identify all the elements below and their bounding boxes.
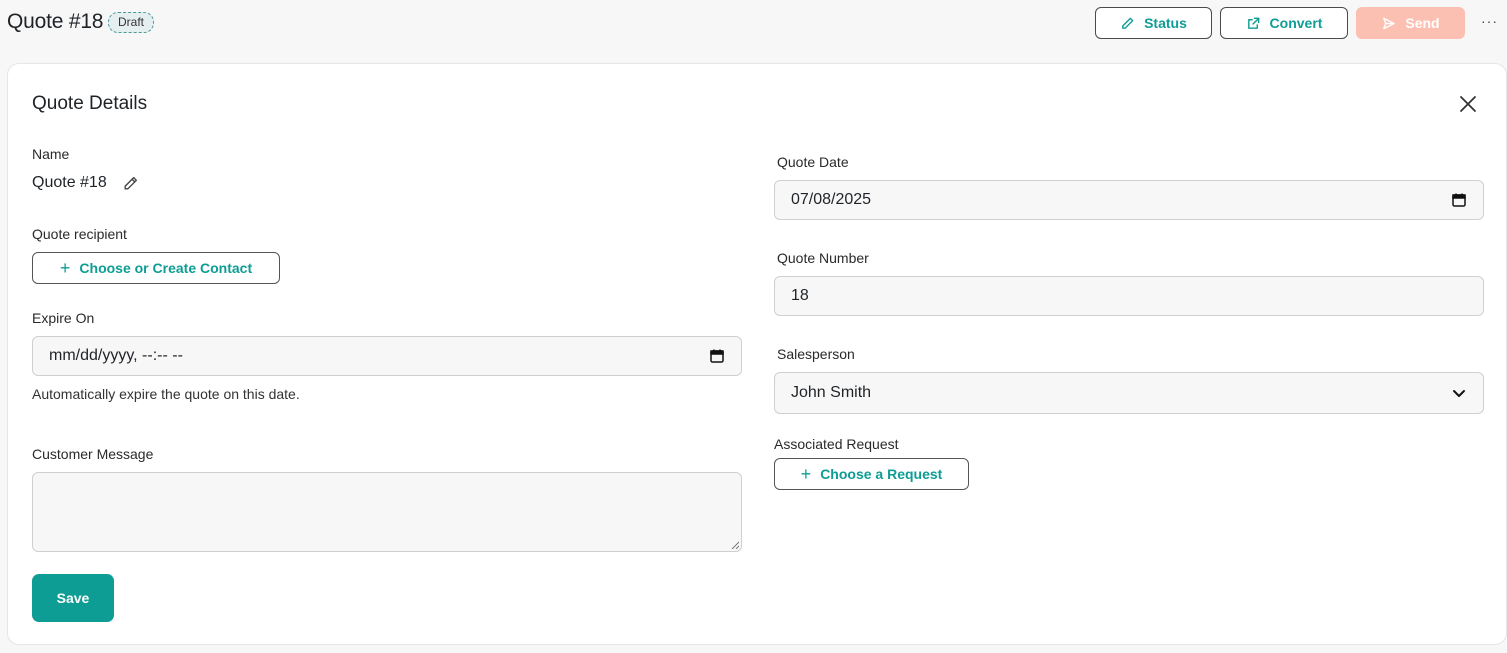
quote-date-label: Quote Date [777, 154, 849, 170]
external-link-icon [1247, 17, 1259, 29]
send-button-label: Send [1405, 15, 1440, 31]
top-bar: Quote #18 Draft Status Convert Send ··· [0, 0, 1507, 46]
salesperson-label: Salesperson [777, 346, 855, 362]
plus-icon: + [800, 464, 812, 484]
customer-message-label: Customer Message [32, 446, 154, 462]
recipient-label: Quote recipient [32, 226, 127, 242]
choose-contact-label: Choose or Create Contact [79, 260, 253, 276]
close-icon[interactable] [1458, 94, 1478, 114]
calendar-icon[interactable] [1451, 192, 1467, 208]
quote-date-input[interactable]: 07/08/2025 [774, 180, 1484, 220]
choose-request-label: Choose a Request [820, 466, 943, 482]
convert-button[interactable]: Convert [1220, 7, 1348, 39]
expire-date-value: mm/dd/yyyy, --:-- -- [49, 347, 183, 364]
salesperson-select[interactable]: John Smith [774, 372, 1484, 414]
page-title: Quote #18 [7, 10, 104, 33]
expire-date-input[interactable]: mm/dd/yyyy, --:-- -- [32, 336, 742, 376]
name-value: Quote #18 [32, 174, 107, 191]
quote-date-value: 07/08/2025 [791, 191, 872, 208]
card-title: Quote Details [32, 93, 148, 114]
status-badge: Draft [108, 12, 155, 33]
edit-name-icon[interactable] [122, 175, 139, 192]
save-button[interactable]: Save [32, 574, 114, 622]
status-button[interactable]: Status [1095, 7, 1212, 39]
associated-request-label: Associated Request [774, 436, 899, 452]
chevron-down-icon [1453, 390, 1465, 397]
choose-request-button[interactable]: + Choose a Request [774, 458, 969, 490]
plus-icon: + [59, 258, 71, 278]
quote-number-label: Quote Number [777, 250, 869, 266]
convert-button-label: Convert [1269, 15, 1323, 31]
resize-grip-icon[interactable] [731, 541, 739, 549]
more-options-icon[interactable]: ··· [1481, 14, 1498, 28]
name-label: Name [32, 146, 70, 162]
customer-message-textarea[interactable] [32, 472, 742, 552]
pencil-icon [1122, 17, 1134, 29]
choose-contact-button[interactable]: + Choose or Create Contact [32, 252, 280, 284]
quote-number-input[interactable]: 18 [774, 276, 1484, 316]
calendar-icon[interactable] [709, 348, 725, 364]
salesperson-value: John Smith [791, 384, 872, 401]
send-icon [1383, 17, 1396, 29]
expire-label: Expire On [32, 310, 95, 326]
quote-details-card: Quote Details Name Quote #18 Quote recip… [7, 63, 1507, 645]
expire-helper-text: Automatically expire the quote on this d… [32, 386, 300, 402]
send-button[interactable]: Send [1356, 7, 1465, 39]
quote-number-value: 18 [791, 287, 809, 304]
status-button-label: Status [1144, 15, 1187, 31]
